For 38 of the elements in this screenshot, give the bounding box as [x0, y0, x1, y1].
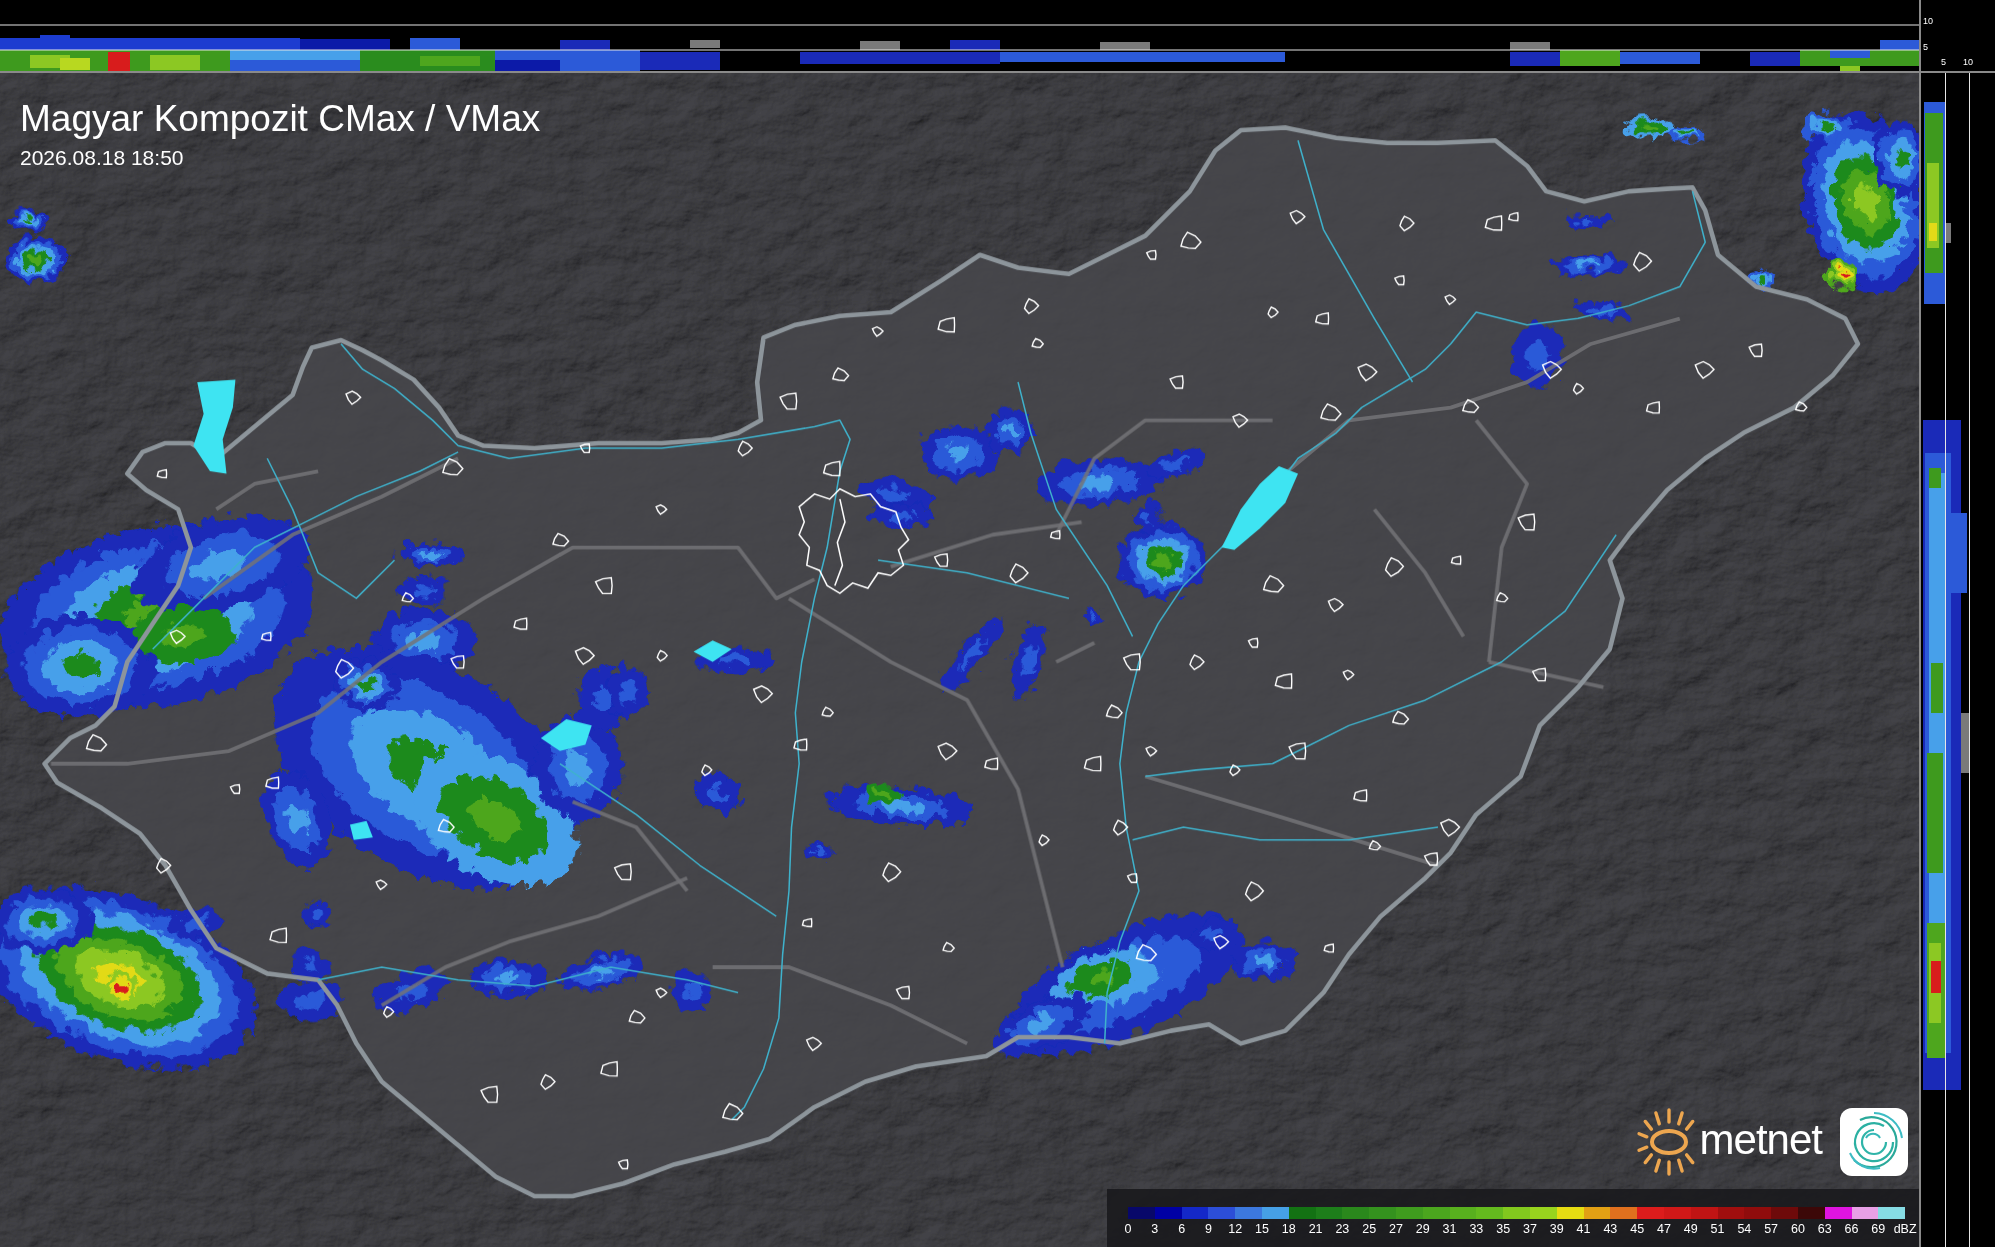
- legend-label: 63: [1816, 1222, 1833, 1237]
- map-title: Magyar Kompozit CMax / VMax: [20, 97, 541, 141]
- logo-wordmark: metnet: [1699, 1118, 1822, 1162]
- legend-unit: dBZ: [1892, 1222, 1918, 1237]
- legend-label: 39: [1548, 1222, 1565, 1237]
- legend-label: 29: [1414, 1222, 1431, 1237]
- legend-label: 15: [1254, 1222, 1270, 1237]
- legend-label: 57: [1763, 1222, 1780, 1237]
- legend-label: 21: [1307, 1222, 1324, 1237]
- legend-label: 66: [1843, 1222, 1860, 1237]
- legend-label: 35: [1495, 1222, 1512, 1237]
- legend-label: 45: [1629, 1222, 1646, 1237]
- legend-label: 49: [1682, 1222, 1699, 1237]
- legend-label: 23: [1334, 1222, 1351, 1237]
- legend-label: 3: [1150, 1222, 1160, 1237]
- swirl-app-icon: [1840, 1108, 1908, 1176]
- legend-label: 41: [1575, 1222, 1592, 1237]
- axis-tick-label: 10: [1963, 57, 1973, 67]
- legend-label: 33: [1468, 1222, 1485, 1237]
- axis-tick-label: 5: [1941, 57, 1946, 67]
- legend-label: 47: [1656, 1222, 1672, 1237]
- legend-label: 9: [1203, 1222, 1213, 1237]
- axis-tick-label: 10: [1923, 16, 1933, 26]
- legend-label: 69: [1870, 1222, 1887, 1237]
- legend-label: 60: [1789, 1222, 1806, 1237]
- legend-label: 0: [1123, 1222, 1133, 1237]
- legend-label: 27: [1388, 1222, 1404, 1237]
- legend-label: 6: [1177, 1222, 1187, 1237]
- legend-label: 31: [1441, 1222, 1458, 1237]
- legend-label: 37: [1522, 1222, 1538, 1237]
- legend-label: 43: [1602, 1222, 1619, 1237]
- legend-label: 25: [1361, 1222, 1378, 1237]
- legend-label: 51: [1709, 1222, 1726, 1237]
- legend-label: 18: [1280, 1222, 1297, 1237]
- axis-tick-label: 5: [1923, 42, 1928, 52]
- timestamp-text: 2026.08.18 18:50: [20, 146, 184, 170]
- legend-label: 12: [1227, 1222, 1244, 1237]
- legend-label: 54: [1736, 1222, 1753, 1237]
